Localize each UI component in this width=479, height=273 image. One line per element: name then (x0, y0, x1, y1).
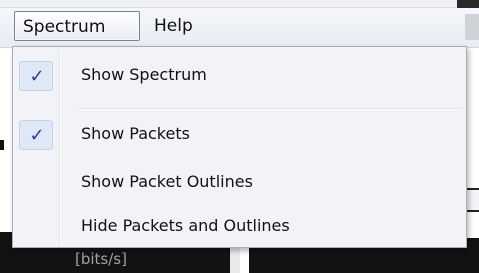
menu-item-label: Show Packets (81, 124, 190, 143)
menu-item-label: Hide Packets and Outlines (81, 216, 290, 235)
menubar-edge (465, 14, 479, 40)
checkmark-icon: ✓ (29, 66, 45, 87)
dark-corner (457, 0, 479, 8)
background-fragment (0, 140, 4, 150)
menu-item-label: Show Spectrum (81, 65, 207, 84)
menu-separator (79, 108, 463, 110)
menu-item-label: Show Packet Outlines (81, 172, 253, 191)
menu-item-hide-packets-and-outlines[interactable]: Hide Packets and Outlines (15, 206, 464, 246)
check-highlight: ✓ (19, 61, 53, 91)
menu-help-label: Help (154, 16, 193, 36)
spectrum-dropdown-menu: ✓ Show Spectrum ✓ Show Packets Show Pack… (12, 46, 467, 248)
check-highlight: ✓ (19, 120, 53, 150)
app-window: Spectrum Help [bits/s] ✓ Show Spectrum ✓… (0, 0, 479, 273)
menu-item-show-spectrum[interactable]: ✓ Show Spectrum (15, 55, 464, 95)
menu-item-show-packet-outlines[interactable]: Show Packet Outlines (15, 162, 464, 202)
menu-help[interactable]: Help (146, 11, 210, 41)
unit-label: [bits/s] (75, 250, 127, 268)
window-top-strip (0, 0, 479, 8)
menu-item-show-packets[interactable]: ✓ Show Packets (15, 114, 464, 154)
checkmark-icon: ✓ (29, 125, 45, 146)
menu-spectrum[interactable]: Spectrum (14, 11, 140, 41)
menu-spectrum-label: Spectrum (23, 17, 106, 37)
